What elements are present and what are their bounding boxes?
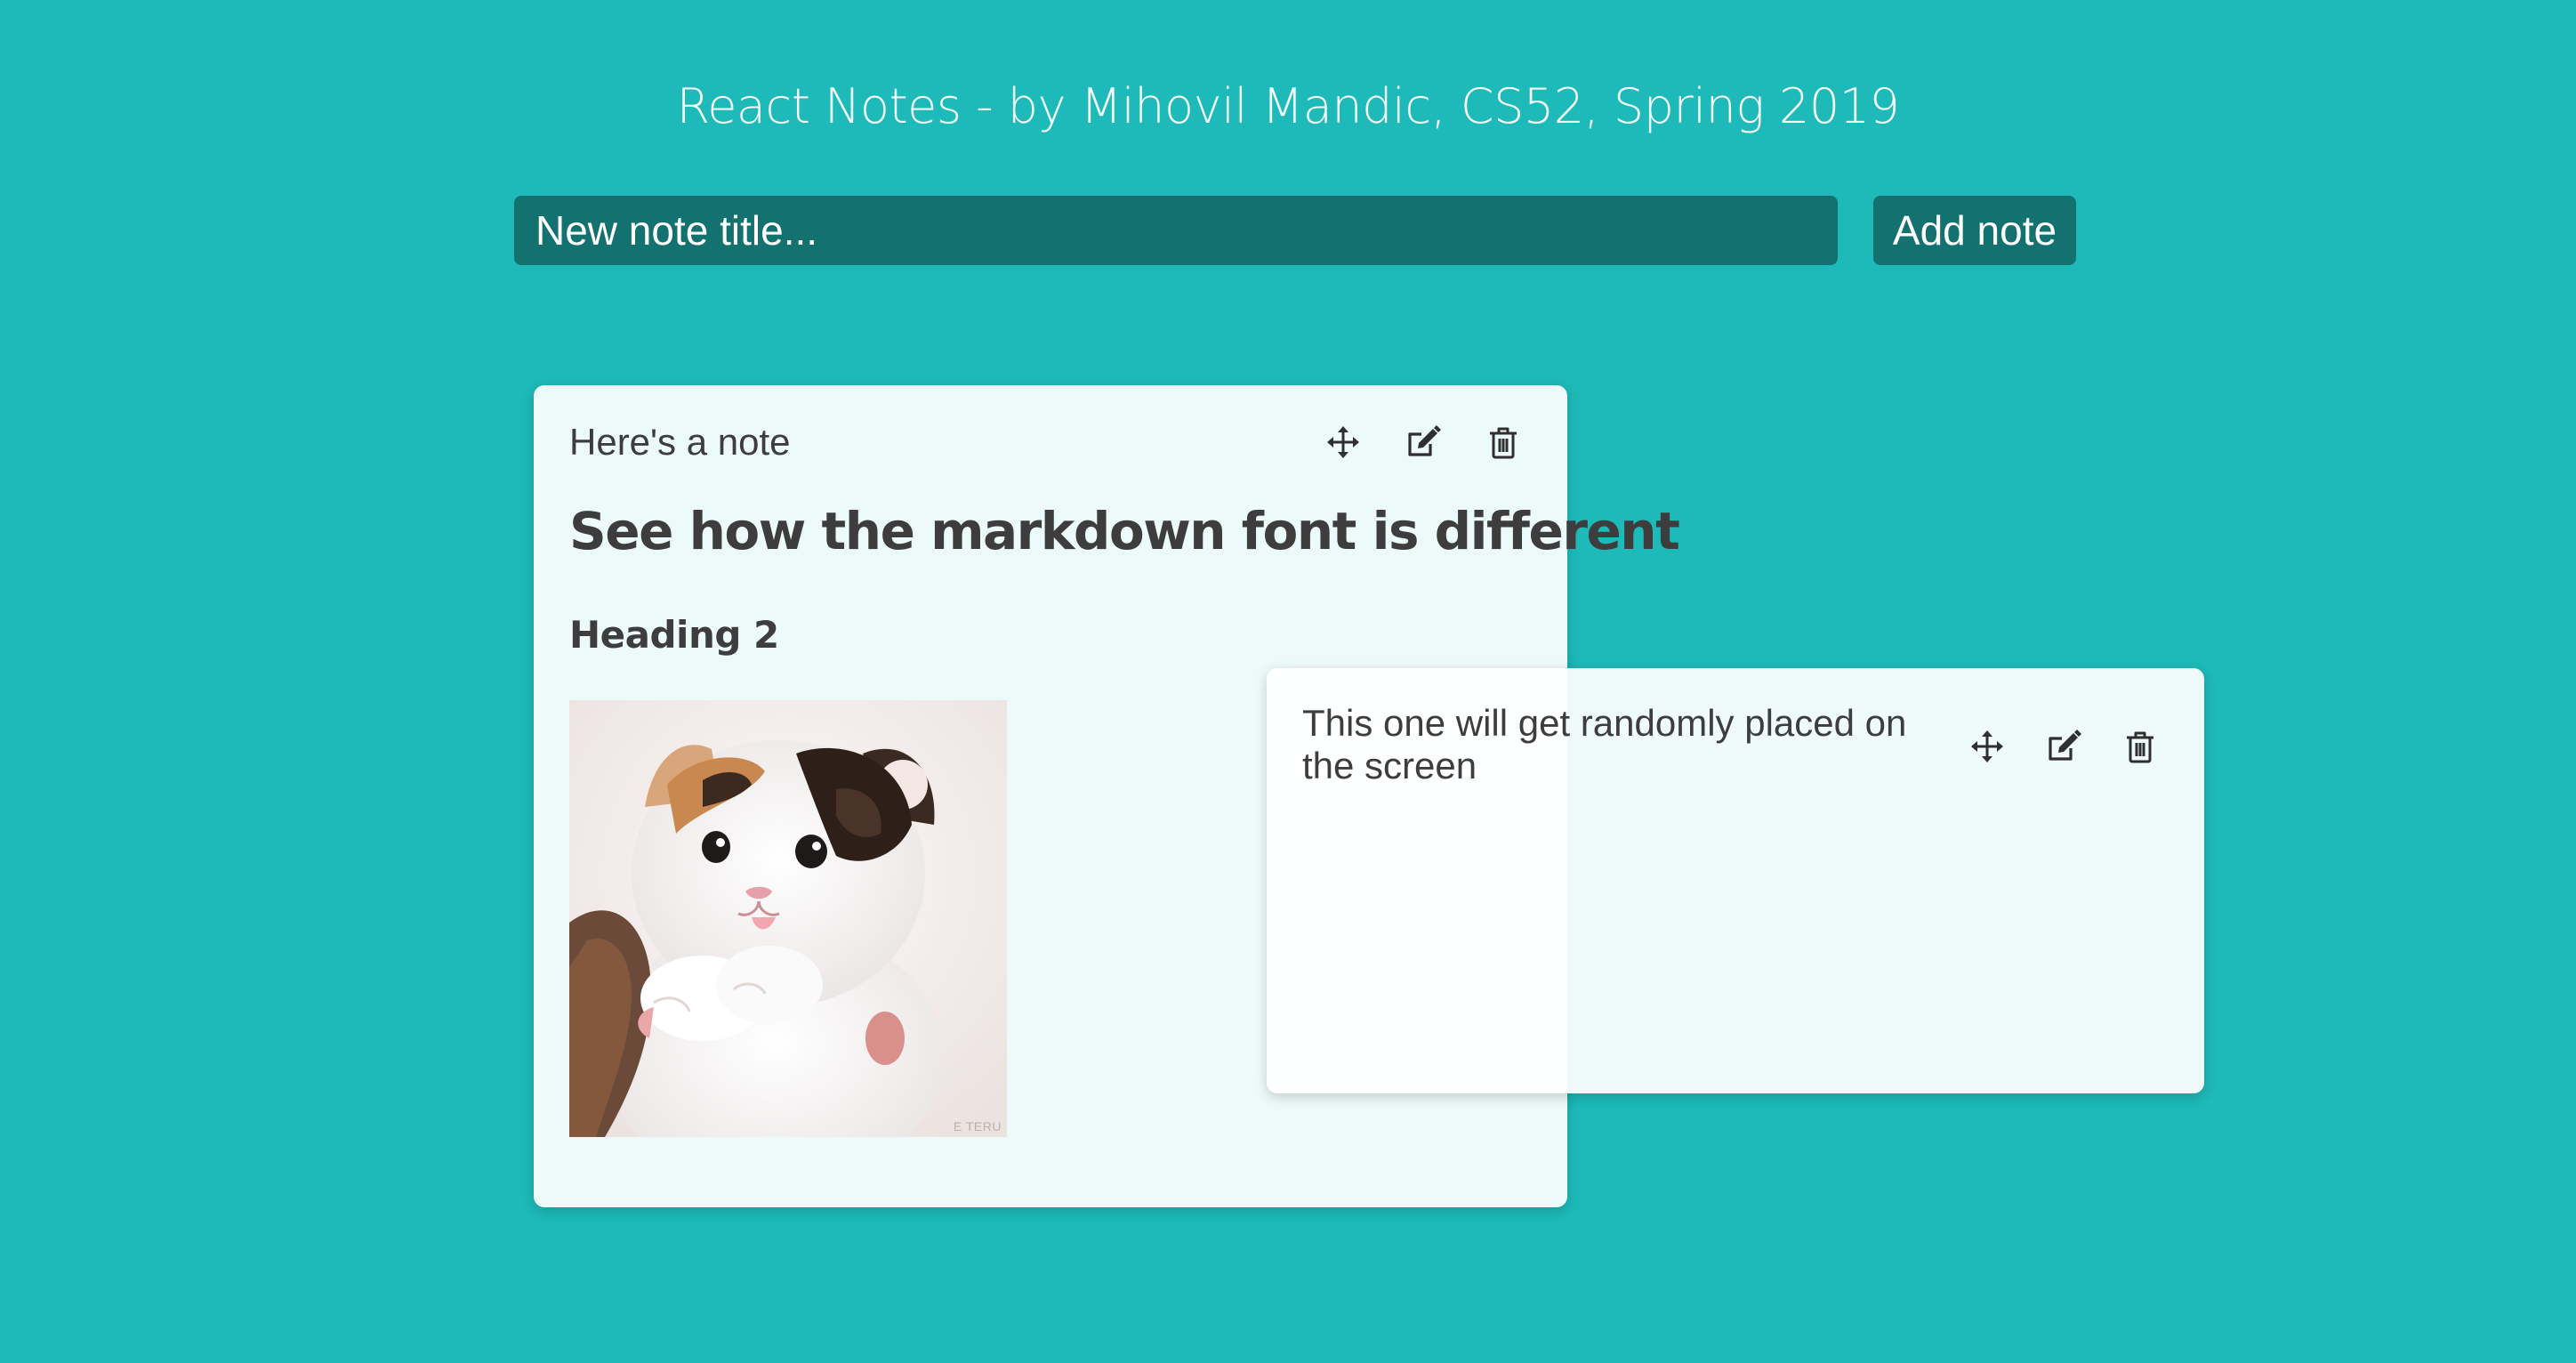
note-card[interactable]: This one will get randomly placed on the…: [1267, 668, 2204, 1093]
markdown-heading-2: Heading 2: [569, 613, 779, 657]
markdown-heading-1: See how the markdown font is different: [569, 501, 1680, 561]
edit-icon[interactable]: [1405, 424, 1441, 460]
note-title: This one will get randomly placed on the…: [1302, 702, 1907, 786]
move-icon[interactable]: [1325, 424, 1361, 460]
page-title: React Notes - by Mihovil Mandic, CS52, S…: [676, 78, 1900, 134]
add-note-button[interactable]: Add note: [1873, 196, 2076, 265]
move-icon[interactable]: [1969, 729, 2005, 764]
trash-icon[interactable]: [1485, 424, 1521, 460]
edit-icon[interactable]: [2046, 729, 2081, 764]
app-root: React Notes - by Mihovil Mandic, CS52, S…: [0, 0, 2576, 1363]
trash-icon[interactable]: [2122, 729, 2158, 764]
note-toolbar: [1325, 424, 1521, 460]
note-toolbar: [1969, 729, 2158, 764]
kitten-image: E TERU: [569, 700, 1007, 1137]
note-title: Here's a note: [569, 421, 791, 463]
new-note-title-input[interactable]: [514, 196, 1838, 265]
image-watermark: E TERU: [953, 1119, 1002, 1133]
